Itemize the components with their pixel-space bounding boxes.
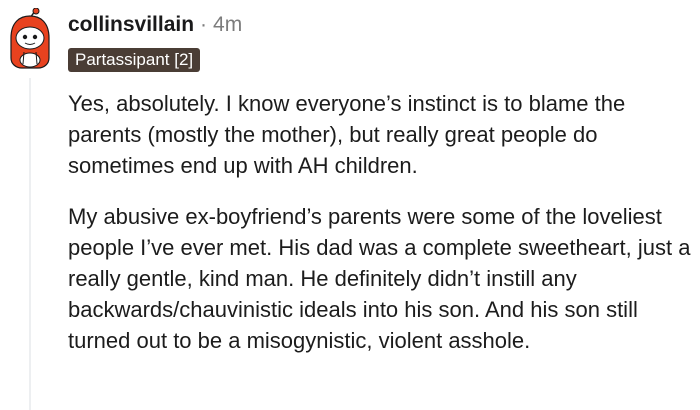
user-avatar-icon[interactable]	[8, 7, 52, 70]
thread-line[interactable]	[29, 78, 31, 410]
comment-paragraph: Yes, absolutely. I know everyone’s insti…	[68, 91, 626, 178]
username-link[interactable]: collinsvillain	[68, 13, 194, 37]
comment-paragraph: My abusive ex-boyfriend’s parents were s…	[68, 204, 691, 353]
comment-timestamp[interactable]: 4m	[213, 13, 242, 37]
user-flair: Partassipant [2]	[68, 48, 201, 72]
meta-separator: ·	[200, 13, 208, 36]
comment-header: collinsvillain · 4m	[68, 13, 242, 41]
comment-card: collinsvillain · 4m Partassipant [2] Yes…	[0, 0, 700, 410]
comment-body: Yes, absolutely. I know everyone’s insti…	[68, 88, 696, 356]
